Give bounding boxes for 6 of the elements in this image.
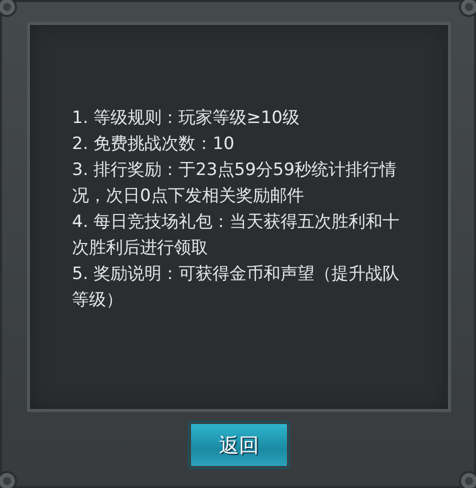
rule-text: 3. 排行奖励：于23点59分59秒统计排行情况，次日0点下发相关奖励邮件 [72, 159, 398, 208]
rule-text: 2. 免费挑战次数：10 [72, 133, 236, 156]
rule-text: 1. 等级规则：玩家等级≥10级 [72, 107, 300, 130]
rule-text: 5. 奖励说明：可获得金币和声望（提升战队等级） [72, 263, 401, 312]
rule-text: 4. 每日竞技场礼包：当天获得五次胜利和十次胜利后进行领取 [72, 211, 401, 260]
back-button[interactable]: 返回 [189, 422, 289, 468]
